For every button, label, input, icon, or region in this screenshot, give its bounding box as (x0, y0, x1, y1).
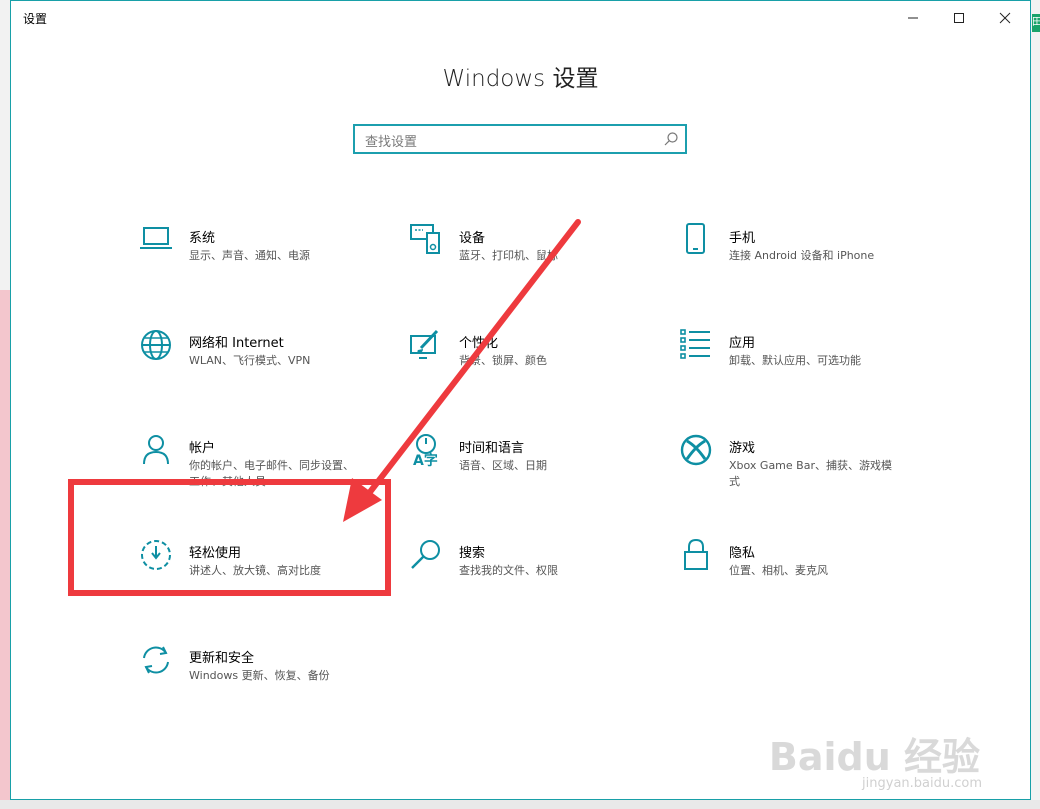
lock-icon (684, 538, 708, 570)
minimize-icon (908, 17, 918, 19)
tile-desc: 位置、相机、麦克风 (729, 564, 828, 577)
tile-system[interactable]: 系统 显示、声音、通知、电源 (139, 223, 379, 293)
tile-personalization[interactable]: 个性化 背景、锁屏、颜色 (409, 328, 649, 398)
tile-network[interactable]: 网络和 Internet WLAN、飞行模式、VPN (139, 328, 379, 398)
tile-time-language[interactable]: A字 时间和语言 语音、区域、日期 (409, 433, 649, 503)
tile-desc: 卸载、默认应用、可选功能 (729, 354, 861, 367)
tile-search[interactable]: 搜索 查找我的文件、权限 (409, 538, 649, 608)
maximize-button[interactable] (936, 1, 982, 35)
tile-name: 隐私 (729, 546, 756, 561)
search-icon[interactable] (663, 131, 679, 147)
close-button[interactable] (982, 1, 1028, 35)
time-language-icon: A字 (413, 434, 438, 467)
tile-name: 手机 (729, 231, 756, 246)
laptop-icon (140, 227, 172, 249)
tile-name: 搜索 (459, 546, 486, 561)
tile-desc: 背景、锁屏、颜色 (459, 354, 547, 367)
tile-phone[interactable]: 手机 连接 Android 设备和 iPhone (679, 223, 919, 293)
tile-name: 应用 (729, 336, 756, 351)
tile-desc: 连接 Android 设备和 iPhone (729, 249, 875, 262)
tile-apps[interactable]: 应用 卸载、默认应用、可选功能 (679, 328, 919, 398)
watermark-url: jingyan.baidu.com (862, 776, 982, 791)
tile-desc: 蓝牙、打印机、鼠标 (459, 249, 558, 262)
tile-desc: Xbox Game Bar、捕获、游戏模式 (729, 459, 892, 488)
tile-name: 设备 (459, 231, 486, 246)
tile-gaming[interactable]: 游戏 Xbox Game Bar、捕获、游戏模式 (679, 433, 919, 503)
tile-name: 个性化 (459, 336, 499, 351)
tile-desc: 查找我的文件、权限 (459, 564, 558, 577)
desktop-background-bottom (0, 800, 1040, 809)
apps-list-icon (680, 329, 710, 359)
settings-window: 设置 Windows 设置 查找设置 系统 显示、声音、通知、电源 设备 蓝牙、… (10, 0, 1031, 800)
tile-name: 系统 (189, 231, 216, 246)
tile-desc: WLAN、飞行模式、VPN (189, 354, 311, 367)
phone-icon (686, 223, 705, 254)
search-placeholder: 查找设置 (365, 135, 418, 150)
paint-icon (410, 329, 439, 359)
tile-desc: Windows 更新、恢复、备份 (189, 669, 330, 682)
background-window-edge: 田 (1032, 14, 1040, 32)
tile-desc: 显示、声音、通知、电源 (189, 249, 310, 262)
tile-update-security[interactable]: 更新和安全 Windows 更新、恢复、备份 (139, 643, 379, 713)
close-icon (999, 12, 1011, 24)
tile-name: 帐户 (189, 441, 216, 456)
annotation-highlight-box (68, 479, 391, 596)
tile-privacy[interactable]: 隐私 位置、相机、麦克风 (679, 538, 919, 608)
xbox-icon (680, 434, 712, 466)
minimize-button[interactable] (890, 1, 936, 35)
tile-name: 游戏 (729, 441, 756, 456)
watermark-logo: Baidu 经验 (768, 735, 980, 779)
search-icon (411, 540, 440, 569)
globe-icon (141, 330, 171, 360)
maximize-icon (954, 13, 964, 23)
svg-text:A字: A字 (413, 452, 438, 467)
tile-name: 时间和语言 (459, 441, 525, 456)
tile-name: 更新和安全 (189, 651, 255, 666)
page-title: Windows 设置 (442, 66, 599, 92)
person-icon (143, 435, 169, 465)
keyboard-device-icon (410, 224, 440, 254)
title-bar[interactable]: 设置 (11, 1, 1030, 35)
window-title: 设置 (23, 12, 48, 26)
sync-icon (143, 646, 169, 674)
tile-desc: 语音、区域、日期 (459, 459, 547, 472)
search-input[interactable]: 查找设置 (353, 124, 687, 154)
tile-devices[interactable]: 设备 蓝牙、打印机、鼠标 (409, 223, 649, 293)
tile-name: 网络和 Internet (189, 336, 284, 351)
